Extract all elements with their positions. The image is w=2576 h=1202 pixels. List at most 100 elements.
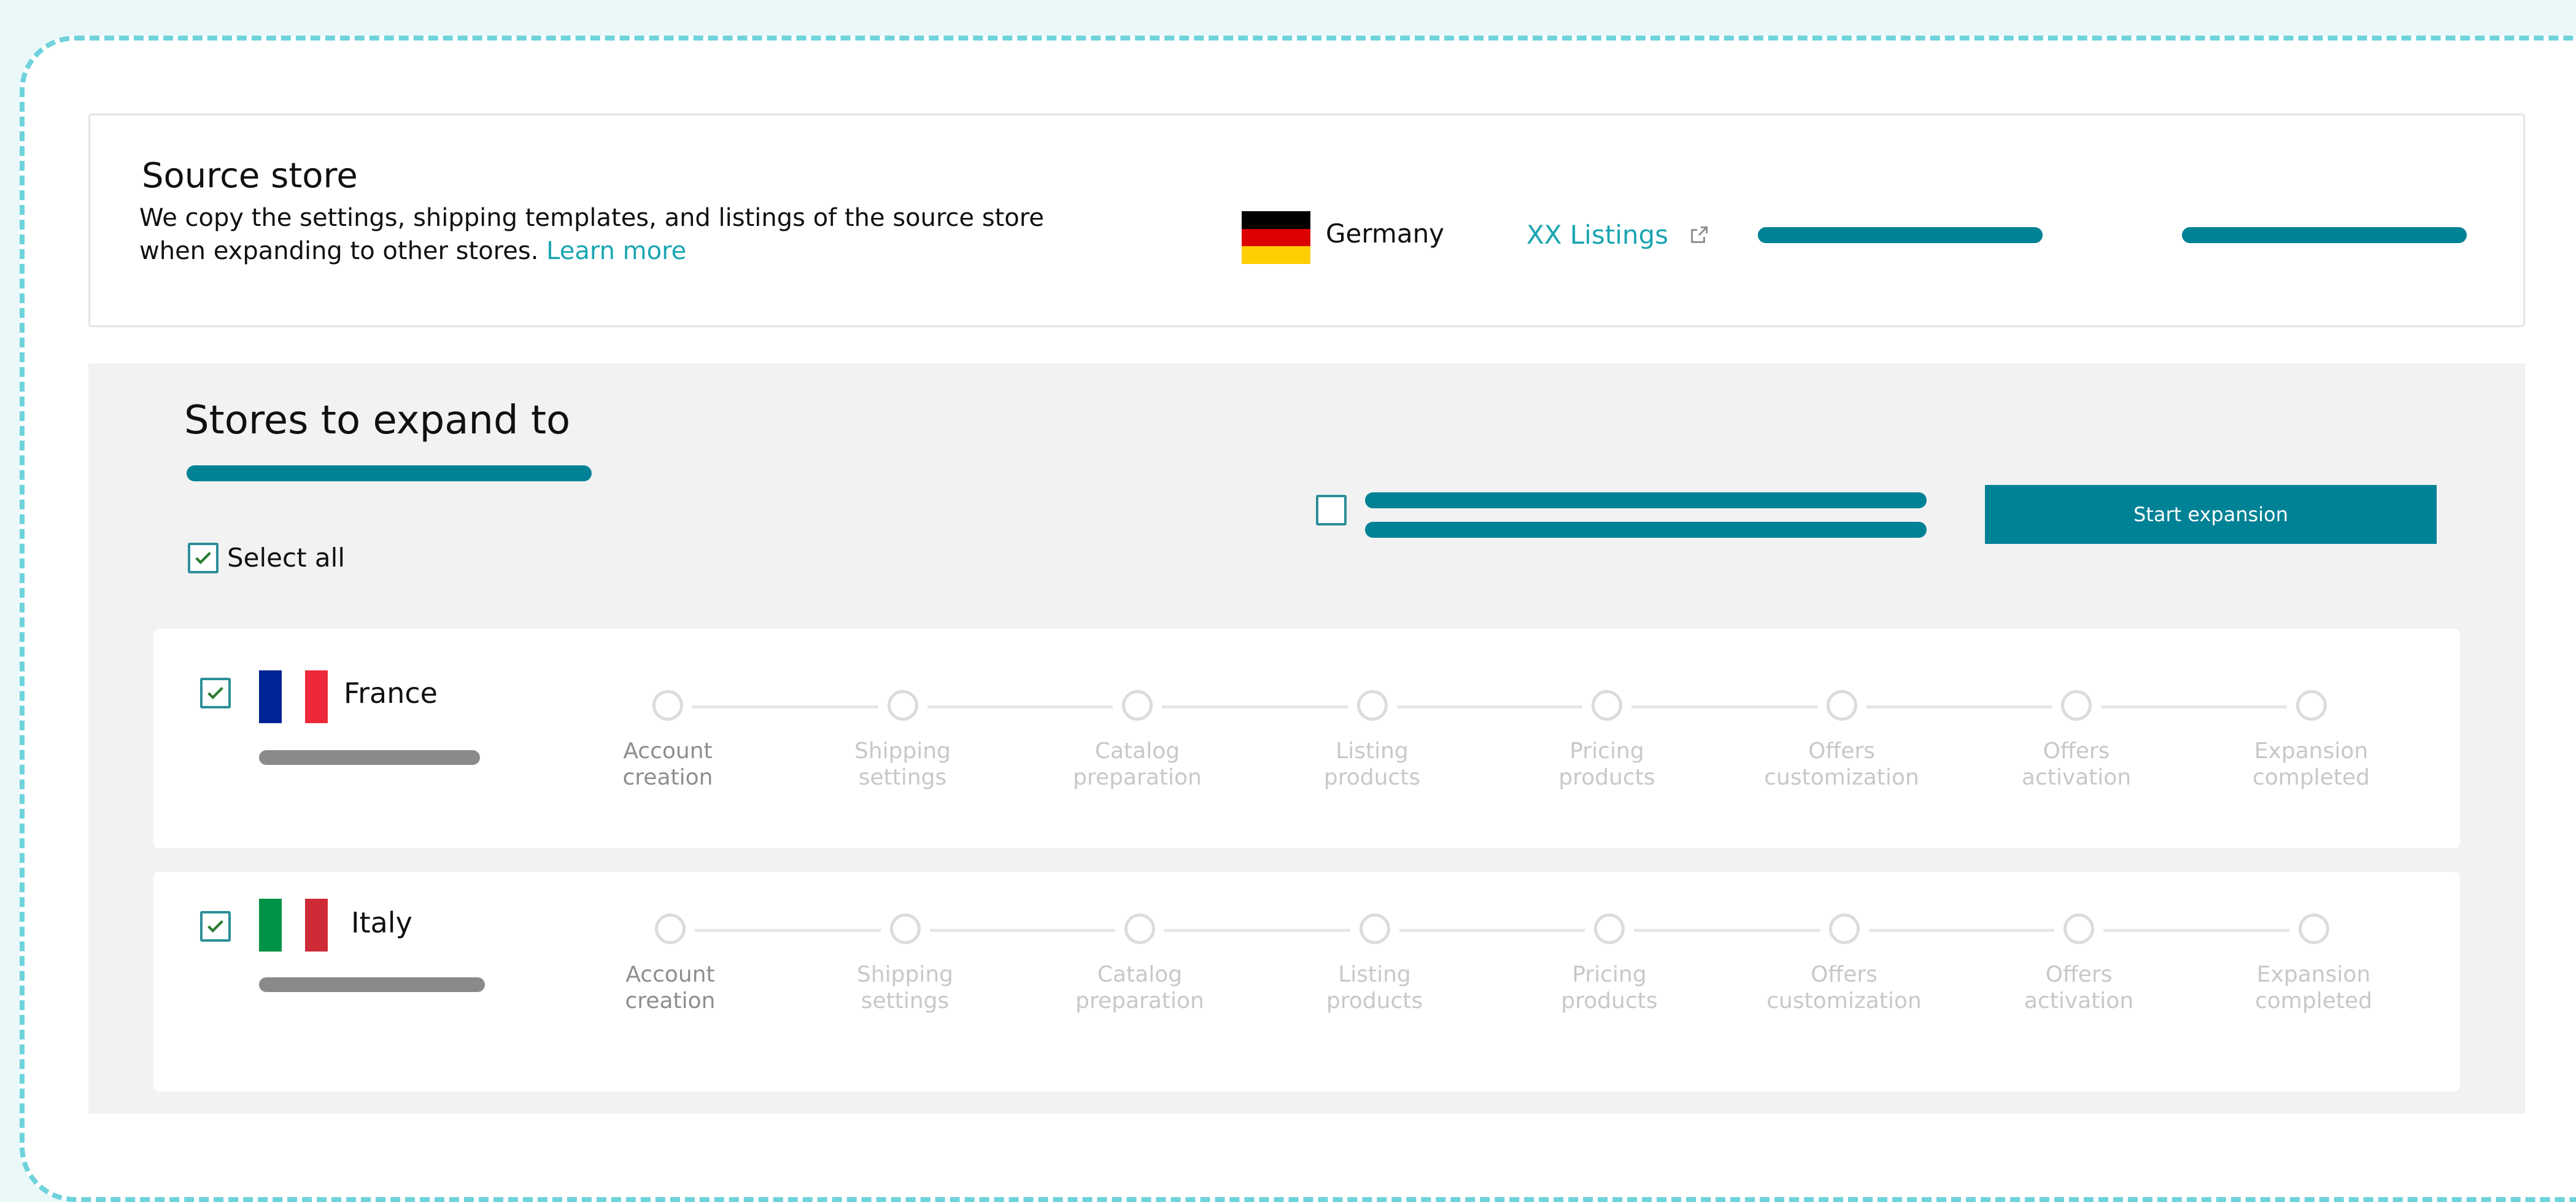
step-label-line1: Account xyxy=(623,739,713,764)
step-label: Account creation xyxy=(578,961,762,1014)
step-label-line1: Expansion xyxy=(2254,739,2369,764)
step-label-line1: Expansion xyxy=(2256,962,2371,987)
step-label-line2: products xyxy=(1561,988,1658,1014)
source-store-card: Source store We copy the settings, shipp… xyxy=(88,114,2525,327)
step-label-line1: Listing xyxy=(1336,739,1409,764)
placeholder-bar xyxy=(2182,227,2467,243)
step-circle xyxy=(2064,913,2094,944)
step-label: Listing products xyxy=(1283,961,1467,1014)
step-circle xyxy=(1826,690,1857,721)
step-label: Offers customization xyxy=(1752,961,1936,1014)
step-circle xyxy=(2296,690,2327,721)
france-checkbox[interactable] xyxy=(200,678,231,708)
step-label-line2: customization xyxy=(1764,765,1919,790)
placeholder-bar xyxy=(259,750,480,765)
step-connector xyxy=(1396,705,1582,708)
placeholder-bar xyxy=(1365,492,1927,508)
country-name: France xyxy=(344,677,438,710)
stores-panel: Stores to expand to Select all Start exp… xyxy=(88,363,2525,1114)
step-label: Catalog preparation xyxy=(1048,961,1232,1014)
step-label-line2: preparation xyxy=(1075,988,1204,1014)
step-label: Pricing products xyxy=(1515,738,1699,791)
step-connector xyxy=(927,705,1113,708)
step-circle xyxy=(655,913,686,944)
step-connector xyxy=(1634,929,1820,932)
step-connector xyxy=(1868,929,2054,932)
step-connector xyxy=(2103,929,2289,932)
step-connector xyxy=(695,929,881,932)
step-circle xyxy=(1359,913,1390,944)
step-circle xyxy=(652,690,683,721)
step-label-line2: creation xyxy=(622,765,713,790)
step-label-line2: customization xyxy=(1766,988,1922,1014)
step-label-line1: Offers xyxy=(2043,739,2110,764)
step-label-line2: products xyxy=(1558,765,1655,790)
listings-link[interactable]: XX Listings xyxy=(1526,220,1668,250)
step-label-line1: Catalog xyxy=(1097,962,1183,987)
step-connector xyxy=(929,929,1115,932)
step-circle xyxy=(1122,690,1153,721)
stores-title: Stores to expand to xyxy=(184,398,571,443)
step-label: Catalog preparation xyxy=(1045,738,1229,791)
step-circle xyxy=(1594,913,1625,944)
source-country-name: Germany xyxy=(1326,219,1445,249)
step-circle xyxy=(1124,913,1155,944)
step-label-line1: Offers xyxy=(2045,962,2113,987)
country-row-italy: Italy Account creation Shipping settings Cat… xyxy=(153,872,2460,1091)
step-label: Offers activation xyxy=(1987,961,2171,1014)
step-label: Expansion completed xyxy=(2219,738,2404,791)
placeholder-bar xyxy=(1365,522,1927,538)
step-label-line2: preparation xyxy=(1073,765,1202,790)
external-link-icon[interactable] xyxy=(1688,225,1709,246)
confirm-checkbox[interactable] xyxy=(1316,495,1347,525)
step-label-line2: settings xyxy=(861,988,950,1014)
step-label-line2: completed xyxy=(2252,765,2370,790)
step-label-line2: completed xyxy=(2254,988,2372,1014)
step-circle xyxy=(2061,690,2092,721)
source-store-title: Source store xyxy=(142,156,358,196)
step-label-line2: settings xyxy=(858,765,947,790)
step-label-line1: Listing xyxy=(1338,962,1411,987)
checkmark-icon xyxy=(207,686,223,700)
step-label: Listing products xyxy=(1280,738,1464,791)
select-all-checkbox[interactable] xyxy=(188,543,219,573)
country-name: Italy xyxy=(351,906,412,939)
france-flag-icon xyxy=(259,670,328,723)
step-connector xyxy=(1399,929,1585,932)
step-connector xyxy=(1164,929,1350,932)
step-circle xyxy=(1356,690,1388,721)
step-connector xyxy=(2101,705,2287,708)
step-circle xyxy=(887,690,918,721)
step-circle xyxy=(1828,913,1860,944)
step-label: Expansion completed xyxy=(2222,961,2406,1014)
step-connector xyxy=(1162,705,1348,708)
start-expansion-button[interactable]: Start expansion xyxy=(1985,485,2437,544)
step-label: Shipping settings xyxy=(811,738,995,791)
placeholder-bar xyxy=(259,977,485,992)
select-all-label: Select all xyxy=(227,543,345,573)
step-label-line2: creation xyxy=(625,988,716,1014)
checkmark-icon xyxy=(207,920,223,933)
source-store-description: We copy the settings, shipping templates… xyxy=(139,201,1060,268)
step-label-line1: Pricing xyxy=(1569,739,1644,764)
step-circle xyxy=(889,913,921,944)
checkmark-icon xyxy=(195,551,211,565)
step-label-line1: Pricing xyxy=(1572,962,1647,987)
germany-flag-icon xyxy=(1242,211,1310,264)
step-connector xyxy=(1631,705,1817,708)
italy-flag-icon xyxy=(259,899,328,952)
learn-more-link[interactable]: Learn more xyxy=(546,237,686,265)
step-label-line2: products xyxy=(1323,765,1421,790)
step-label-line1: Catalog xyxy=(1094,739,1180,764)
step-label-line1: Offers xyxy=(1811,962,1878,987)
step-label: Account creation xyxy=(576,738,760,791)
step-label: Offers customization xyxy=(1750,738,1934,791)
step-label-line2: activation xyxy=(2024,988,2134,1014)
step-label-line1: Shipping xyxy=(856,962,954,987)
step-label-line2: products xyxy=(1326,988,1423,1014)
step-label-line1: Offers xyxy=(1808,739,1875,764)
step-circle xyxy=(1592,690,1622,721)
country-row-france: France Account creation Shipping settings Ca… xyxy=(153,629,2460,848)
step-connector xyxy=(692,705,878,708)
italy-checkbox[interactable] xyxy=(200,911,231,942)
